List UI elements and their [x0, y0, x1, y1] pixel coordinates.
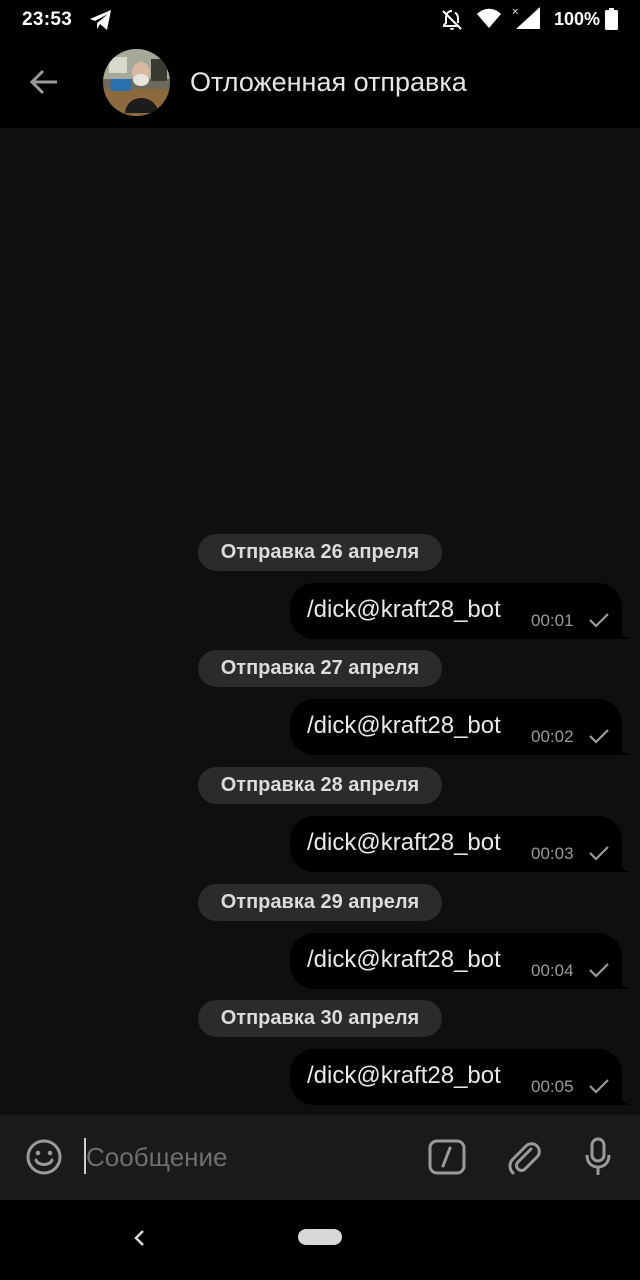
bubble-tail [618, 741, 632, 755]
status-time: 23:53 [22, 9, 73, 30]
wifi-icon [476, 8, 502, 35]
back-arrow-icon [29, 69, 59, 100]
message-bubble[interactable]: /dick@kraft28_bot 00:01 [290, 583, 632, 639]
date-separator: Отправка 30 апреля [198, 1000, 442, 1037]
message-text: /dick@kraft28_bot [307, 1062, 501, 1089]
attach-icon[interactable] [502, 1135, 546, 1179]
message-bubble[interactable]: /dick@kraft28_bot 00:05 [290, 1049, 632, 1105]
check-icon [588, 612, 610, 628]
microphone-icon[interactable] [576, 1135, 620, 1179]
system-nav-bar [0, 1200, 640, 1280]
emoji-icon[interactable] [22, 1135, 66, 1179]
message-time: 00:04 [531, 961, 574, 980]
battery-icon [605, 8, 618, 35]
check-icon [588, 845, 610, 861]
message-time: 00:01 [531, 611, 574, 630]
message-input[interactable] [86, 1137, 406, 1177]
message-time: 00:02 [531, 727, 574, 746]
message-text: /dick@kraft28_bot [307, 712, 501, 739]
svg-text:×: × [512, 6, 518, 18]
chat-header: Отложенная отправка [0, 40, 640, 128]
signal-icon: × [512, 5, 542, 36]
message-time: 00:03 [531, 844, 574, 863]
check-icon [588, 962, 610, 978]
message-text: /dick@kraft28_bot [307, 596, 501, 623]
message-text: /dick@kraft28_bot [307, 946, 501, 973]
message-bubble[interactable]: /dick@kraft28_bot 00:04 [290, 933, 632, 989]
status-bar: 23:53 × 100% [0, 0, 640, 40]
chat-screen: 23:53 × 100% Отложенная отправка Отправк… [0, 0, 640, 1280]
bubble-tail [618, 858, 632, 872]
telegram-icon [88, 8, 114, 32]
battery-percent: 100% [554, 9, 601, 29]
bubble-tail [618, 625, 632, 639]
check-icon [588, 728, 610, 744]
bubble-tail [618, 1091, 632, 1105]
date-separator: Отправка 29 апреля [198, 884, 442, 921]
avatar[interactable] [103, 49, 170, 116]
message-composer [0, 1115, 640, 1200]
bot-command-icon[interactable] [425, 1135, 469, 1179]
date-separator: Отправка 28 апреля [198, 767, 442, 804]
nav-home-pill[interactable] [298, 1229, 342, 1245]
date-separator: Отправка 27 апреля [198, 650, 442, 687]
message-time: 00:05 [531, 1077, 574, 1096]
nav-back-icon[interactable] [126, 1224, 154, 1252]
message-list[interactable]: Отправка 26 апреля /dick@kraft28_bot 00:… [0, 128, 640, 1115]
chat-title: Отложенная отправка [190, 67, 467, 97]
bubble-tail [618, 975, 632, 989]
bell-off-icon [440, 8, 464, 37]
message-text: /dick@kraft28_bot [307, 829, 501, 856]
message-bubble[interactable]: /dick@kraft28_bot 00:03 [290, 816, 632, 872]
message-bubble[interactable]: /dick@kraft28_bot 00:02 [290, 699, 632, 755]
check-icon [588, 1078, 610, 1094]
date-separator: Отправка 26 апреля [198, 534, 442, 571]
back-button[interactable] [20, 60, 68, 108]
